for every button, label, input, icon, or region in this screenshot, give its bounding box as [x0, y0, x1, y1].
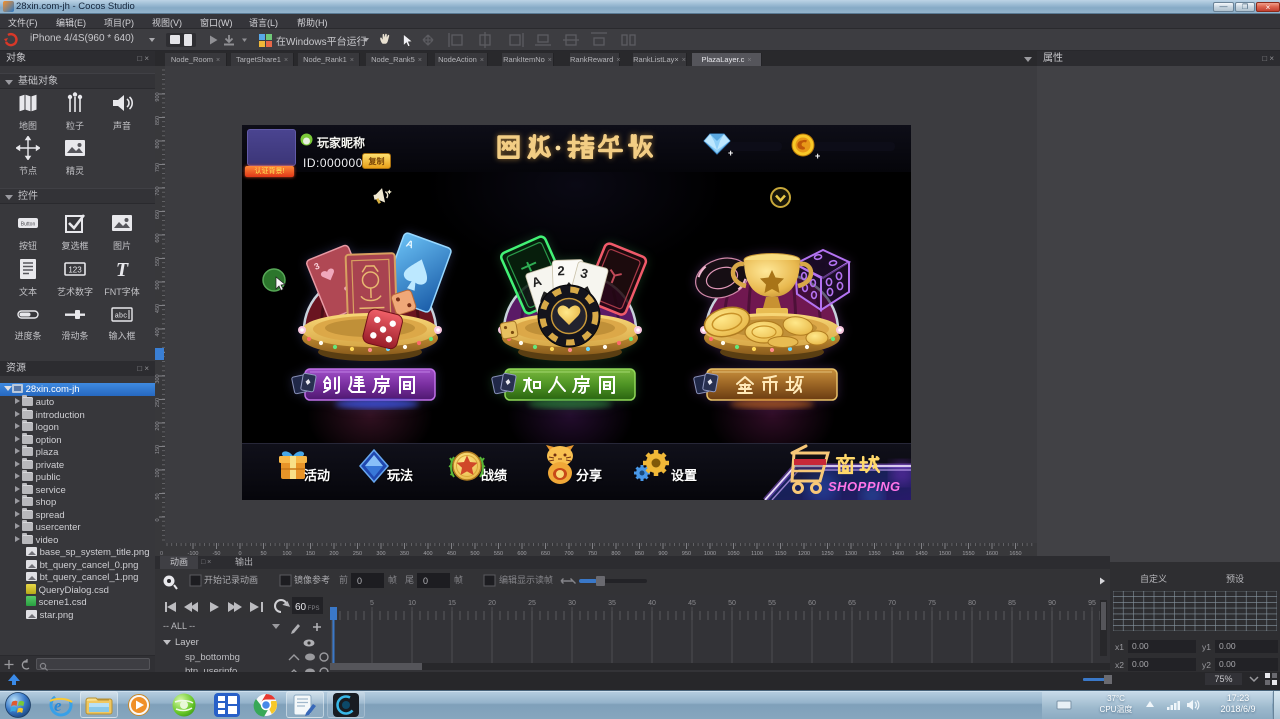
svg-text:15: 15 [448, 600, 456, 607]
svg-text:30: 30 [568, 600, 576, 607]
svg-text:900: 900 [155, 92, 161, 101]
svg-text:45: 45 [688, 600, 696, 607]
svg-text:35: 35 [608, 600, 616, 607]
svg-text:0: 0 [155, 518, 161, 521]
svg-text:50: 50 [155, 493, 161, 499]
svg-text:750: 750 [155, 163, 161, 172]
svg-text:40: 40 [648, 600, 656, 607]
svg-text:400: 400 [155, 327, 161, 336]
svg-text:10: 10 [408, 600, 416, 607]
svg-text:650: 650 [155, 210, 161, 219]
svg-text:123: 123 [68, 266, 82, 275]
svg-text:25: 25 [528, 600, 536, 607]
svg-text:SHOPPING: SHOPPING [828, 479, 901, 494]
svg-text:800: 800 [155, 139, 161, 148]
svg-text:80: 80 [968, 600, 976, 607]
svg-text:150: 150 [155, 445, 161, 454]
svg-text:95: 95 [1088, 600, 1096, 607]
svg-text:20: 20 [488, 600, 496, 607]
svg-text:75: 75 [928, 600, 936, 607]
svg-text:60: 60 [808, 600, 816, 607]
svg-text:700: 700 [155, 186, 161, 195]
svg-text:550: 550 [155, 257, 161, 266]
svg-text:450: 450 [155, 304, 161, 313]
svg-text:65: 65 [848, 600, 856, 607]
svg-text:85: 85 [1008, 600, 1016, 607]
svg-text:+: + [815, 151, 820, 161]
svg-text:100: 100 [155, 468, 161, 477]
svg-text:70: 70 [888, 600, 896, 607]
svg-text:+: + [728, 148, 733, 157]
svg-text:850: 850 [155, 116, 161, 125]
svg-text:250: 250 [155, 398, 161, 407]
svg-text:50: 50 [728, 600, 736, 607]
svg-text:300: 300 [155, 374, 161, 383]
svg-text:500: 500 [155, 280, 161, 289]
svg-text:T: T [116, 259, 129, 281]
svg-text:55: 55 [768, 600, 776, 607]
svg-text:5: 5 [370, 600, 374, 607]
svg-text:abc: abc [115, 313, 128, 321]
svg-text:200: 200 [155, 421, 161, 430]
svg-text:2: 2 [557, 263, 565, 278]
svg-text:90: 90 [1048, 600, 1056, 607]
svg-text:Button: Button [21, 222, 36, 228]
svg-text:600: 600 [155, 233, 161, 242]
